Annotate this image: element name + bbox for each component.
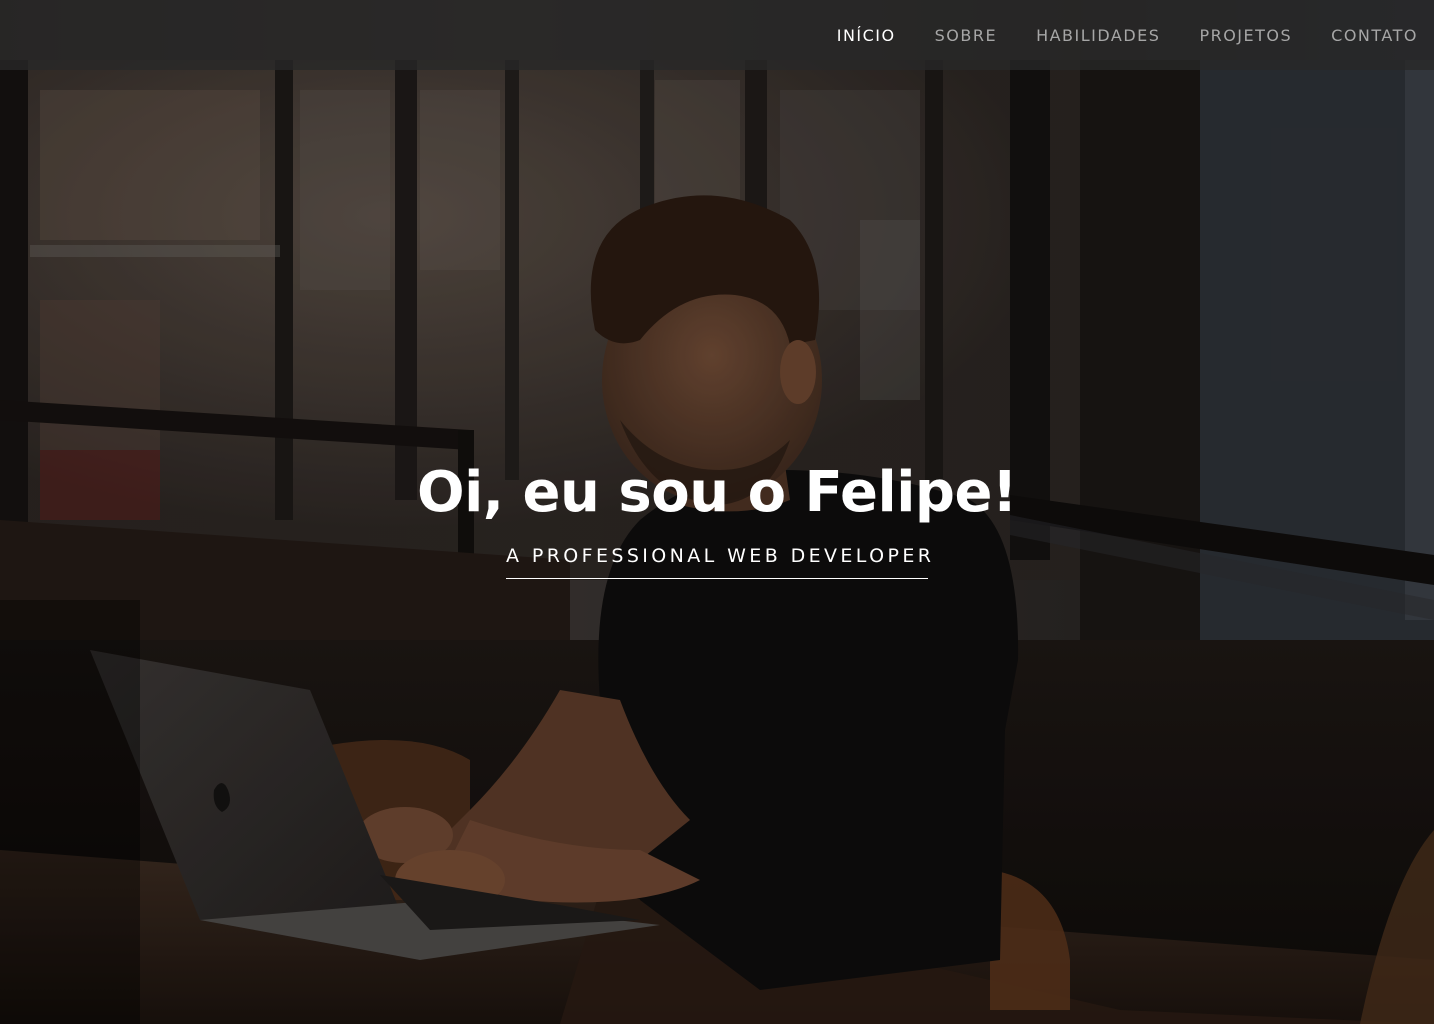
hero-section: INÍCIO SOBRE HABILIDADES PROJETOS CONTAT… [0, 0, 1434, 1024]
hero-subtitle-underline: A PROFESSIONAL WEB DEVELOPER [506, 540, 931, 579]
nav-link-sobre[interactable]: SOBRE [935, 26, 997, 45]
nav-item-contato: CONTATO [1331, 26, 1418, 45]
nav-link-inicio[interactable]: INÍCIO [837, 26, 896, 45]
nav-link-contato[interactable]: CONTATO [1331, 26, 1418, 45]
nav-link-projetos[interactable]: PROJETOS [1199, 26, 1292, 45]
top-navbar: INÍCIO SOBRE HABILIDADES PROJETOS CONTAT… [0, 0, 1434, 70]
hero-subtitle: A PROFESSIONAL WEB DEVELOPER [506, 545, 935, 567]
nav-link-habilidades[interactable]: HABILIDADES [1036, 26, 1160, 45]
nav-item-sobre: SOBRE [935, 26, 997, 45]
nav-menu: INÍCIO SOBRE HABILIDADES PROJETOS CONTAT… [837, 0, 1418, 70]
nav-item-inicio: INÍCIO [837, 26, 896, 45]
nav-item-projetos: PROJETOS [1199, 26, 1292, 45]
nav-item-habilidades: HABILIDADES [1036, 26, 1160, 45]
hero-title: Oi, eu sou o Felipe! [416, 460, 1018, 525]
